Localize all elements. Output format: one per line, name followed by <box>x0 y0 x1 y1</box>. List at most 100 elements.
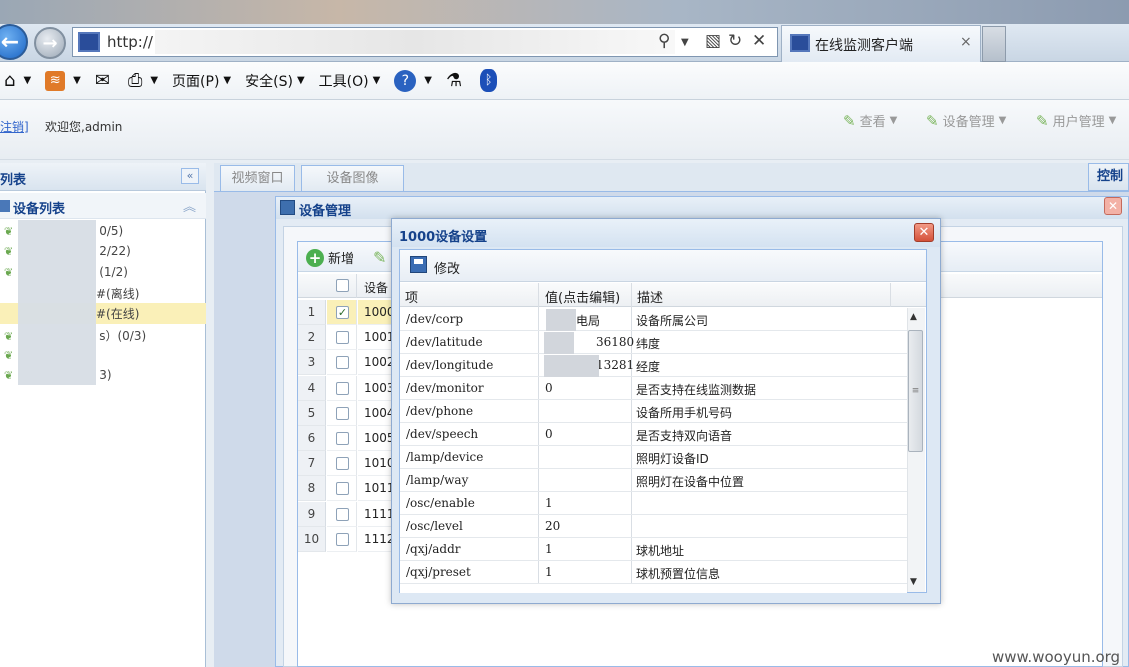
menu-page[interactable]: 页面(P) ▼ <box>172 71 231 91</box>
device-id-cell[interactable]: 1004 <box>358 401 395 426</box>
property-row[interactable]: /lamp/device 照明灯设备ID <box>400 446 907 469</box>
col-item-header[interactable]: 项 <box>405 287 418 306</box>
leaf-icon: ❦ <box>4 349 14 362</box>
property-row[interactable]: /qxj/preset 1 球机预置位信息 <box>400 561 907 584</box>
tab-video-window[interactable]: 视频窗口 <box>220 165 295 191</box>
device-id-cell[interactable]: 1001 <box>358 325 395 351</box>
device-id-cell[interactable]: 1010 <box>358 451 395 477</box>
row-checkbox-cell: ✓ <box>327 300 357 325</box>
row-checkbox[interactable] <box>336 532 349 546</box>
property-value[interactable]: 0 <box>545 381 553 395</box>
row-checkbox[interactable] <box>336 331 349 345</box>
property-value[interactable]: 1 <box>545 542 553 556</box>
help-button[interactable]: ? ▼ <box>394 69 432 92</box>
property-description: 设备所用手机号码 <box>636 406 733 420</box>
property-value[interactable]: 0 <box>545 427 553 441</box>
value-redacted <box>544 332 574 354</box>
device-id-cell[interactable]: 1005 <box>358 426 395 451</box>
row-checkbox[interactable] <box>336 482 349 496</box>
research-button[interactable]: ⚗ <box>446 70 466 91</box>
control-panel-header[interactable]: 控制 <box>1088 163 1129 191</box>
scroll-down-icon[interactable]: ▼ <box>910 577 917 587</box>
row-checkbox[interactable] <box>336 507 349 521</box>
device-id-cell[interactable]: 1111 <box>358 502 395 527</box>
feeds-button[interactable]: ≋ ▼ <box>45 70 81 91</box>
logout-link[interactable]: 注销] <box>0 118 29 135</box>
property-row[interactable]: /osc/enable 1 <box>400 492 907 515</box>
row-checkbox[interactable] <box>336 457 349 471</box>
property-row[interactable]: /dev/corp 电局 设备所属公司 <box>400 308 907 331</box>
col-desc-header[interactable]: 描述 <box>637 287 663 306</box>
stop-icon[interactable]: ✕ <box>752 31 766 51</box>
print-button[interactable]: ⎙ ▼ <box>128 70 158 91</box>
search-icon[interactable]: ⚲ <box>658 31 670 51</box>
col-value-header[interactable]: 值(点击编辑) <box>545 287 620 306</box>
property-row[interactable]: /dev/latitude 36180 纬度 <box>400 331 907 354</box>
device-column-header[interactable]: 设备 <box>364 279 388 296</box>
row-checkbox-cell <box>327 526 357 552</box>
plus-icon: + <box>306 248 324 267</box>
edit-pencil-icon[interactable]: ✎ <box>373 248 386 267</box>
select-all-checkbox[interactable] <box>336 279 349 292</box>
property-row[interactable]: /dev/longitude 13281 经度 <box>400 354 907 377</box>
row-checkbox[interactable] <box>336 381 349 395</box>
mail-button[interactable]: ✉ <box>95 70 114 91</box>
property-value[interactable]: 36180 <box>596 335 634 349</box>
property-value[interactable]: 13281 <box>596 358 634 372</box>
collapse-panel-button[interactable]: « <box>181 168 199 184</box>
property-value[interactable]: 1 <box>545 496 553 510</box>
menu-view[interactable]: ✎ 查看 ▼ <box>843 111 897 131</box>
forward-button[interactable]: → <box>34 27 66 59</box>
device-id-cell[interactable]: 1011 <box>358 476 395 502</box>
device-id-cell[interactable]: 1112 <box>358 527 395 552</box>
address-bar[interactable]: http:// ⚲ ▼ ▧ ↻ ✕ <box>72 27 778 57</box>
scrollbar-thumb[interactable]: ≡ <box>908 330 923 452</box>
menu-device-management[interactable]: ✎ 设备管理 ▼ <box>926 111 1006 131</box>
row-number: 7 <box>298 451 326 477</box>
pencil-icon: ✎ <box>843 111 856 130</box>
search-dropdown-icon[interactable]: ▼ <box>681 37 689 48</box>
scroll-up-icon[interactable]: ▲ <box>910 312 917 322</box>
device-id-cell[interactable]: 1000 <box>358 300 395 325</box>
property-row[interactable]: /dev/phone 设备所用手机号码 <box>400 400 907 423</box>
home-button[interactable]: ⌂ ▼ <box>4 70 31 91</box>
tab-device-image[interactable]: 设备图像 <box>301 165 404 191</box>
property-row[interactable]: /dev/speech 0 是否支持双向语音 <box>400 423 907 446</box>
leaf-icon: ❦ <box>4 245 14 258</box>
property-key: /dev/speech <box>406 427 479 441</box>
bluetooth-button[interactable]: ᛒ <box>480 69 501 92</box>
partial-row <box>400 584 907 593</box>
compat-view-icon[interactable]: ▧ <box>705 31 721 51</box>
menu-safety[interactable]: 安全(S) ▼ <box>245 71 305 91</box>
property-value[interactable]: 1 <box>545 565 553 579</box>
device-id-cell[interactable]: 1003 <box>358 376 395 401</box>
device-id-cell[interactable]: 1002 <box>358 350 395 376</box>
save-disk-icon[interactable] <box>410 256 427 273</box>
refresh-icon[interactable]: ↻ <box>728 31 742 51</box>
row-checkbox[interactable] <box>336 356 349 370</box>
browser-tab[interactable]: 在线监测客户端 × <box>781 25 981 62</box>
property-row[interactable]: /qxj/addr 1 球机地址 <box>400 538 907 561</box>
add-device-button[interactable]: + 新增 <box>306 248 354 267</box>
modify-button[interactable]: 修改 <box>434 258 460 277</box>
property-key: /dev/latitude <box>406 335 483 349</box>
property-key: /dev/longitude <box>406 358 494 372</box>
row-checkbox[interactable] <box>336 406 349 420</box>
menu-user-management[interactable]: ✎ 用户管理 ▼ <box>1036 111 1116 131</box>
tab-favicon-icon <box>790 34 810 52</box>
address-url[interactable]: http:// <box>107 33 153 51</box>
property-row[interactable]: /osc/level 20 <box>400 515 907 538</box>
row-checkbox[interactable] <box>336 432 349 445</box>
row-checkbox[interactable]: ✓ <box>336 306 349 319</box>
collapse-up-icon[interactable]: ︽ <box>183 196 196 215</box>
tab-close-icon[interactable]: × <box>960 34 972 50</box>
property-row[interactable]: /dev/monitor 0 是否支持在线监测数据 <box>400 377 907 400</box>
property-row[interactable]: /lamp/way 照明灯在设备中位置 <box>400 469 907 492</box>
new-tab-button[interactable] <box>982 26 1006 62</box>
property-value[interactable]: 20 <box>545 519 560 533</box>
property-value[interactable]: 电局 <box>576 312 600 329</box>
menu-tools[interactable]: 工具(O) ▼ <box>319 71 381 91</box>
device-settings-close-button[interactable]: ✕ <box>914 223 934 242</box>
device-management-close-button[interactable]: ✕ <box>1104 197 1122 215</box>
property-key: /osc/enable <box>406 496 475 510</box>
